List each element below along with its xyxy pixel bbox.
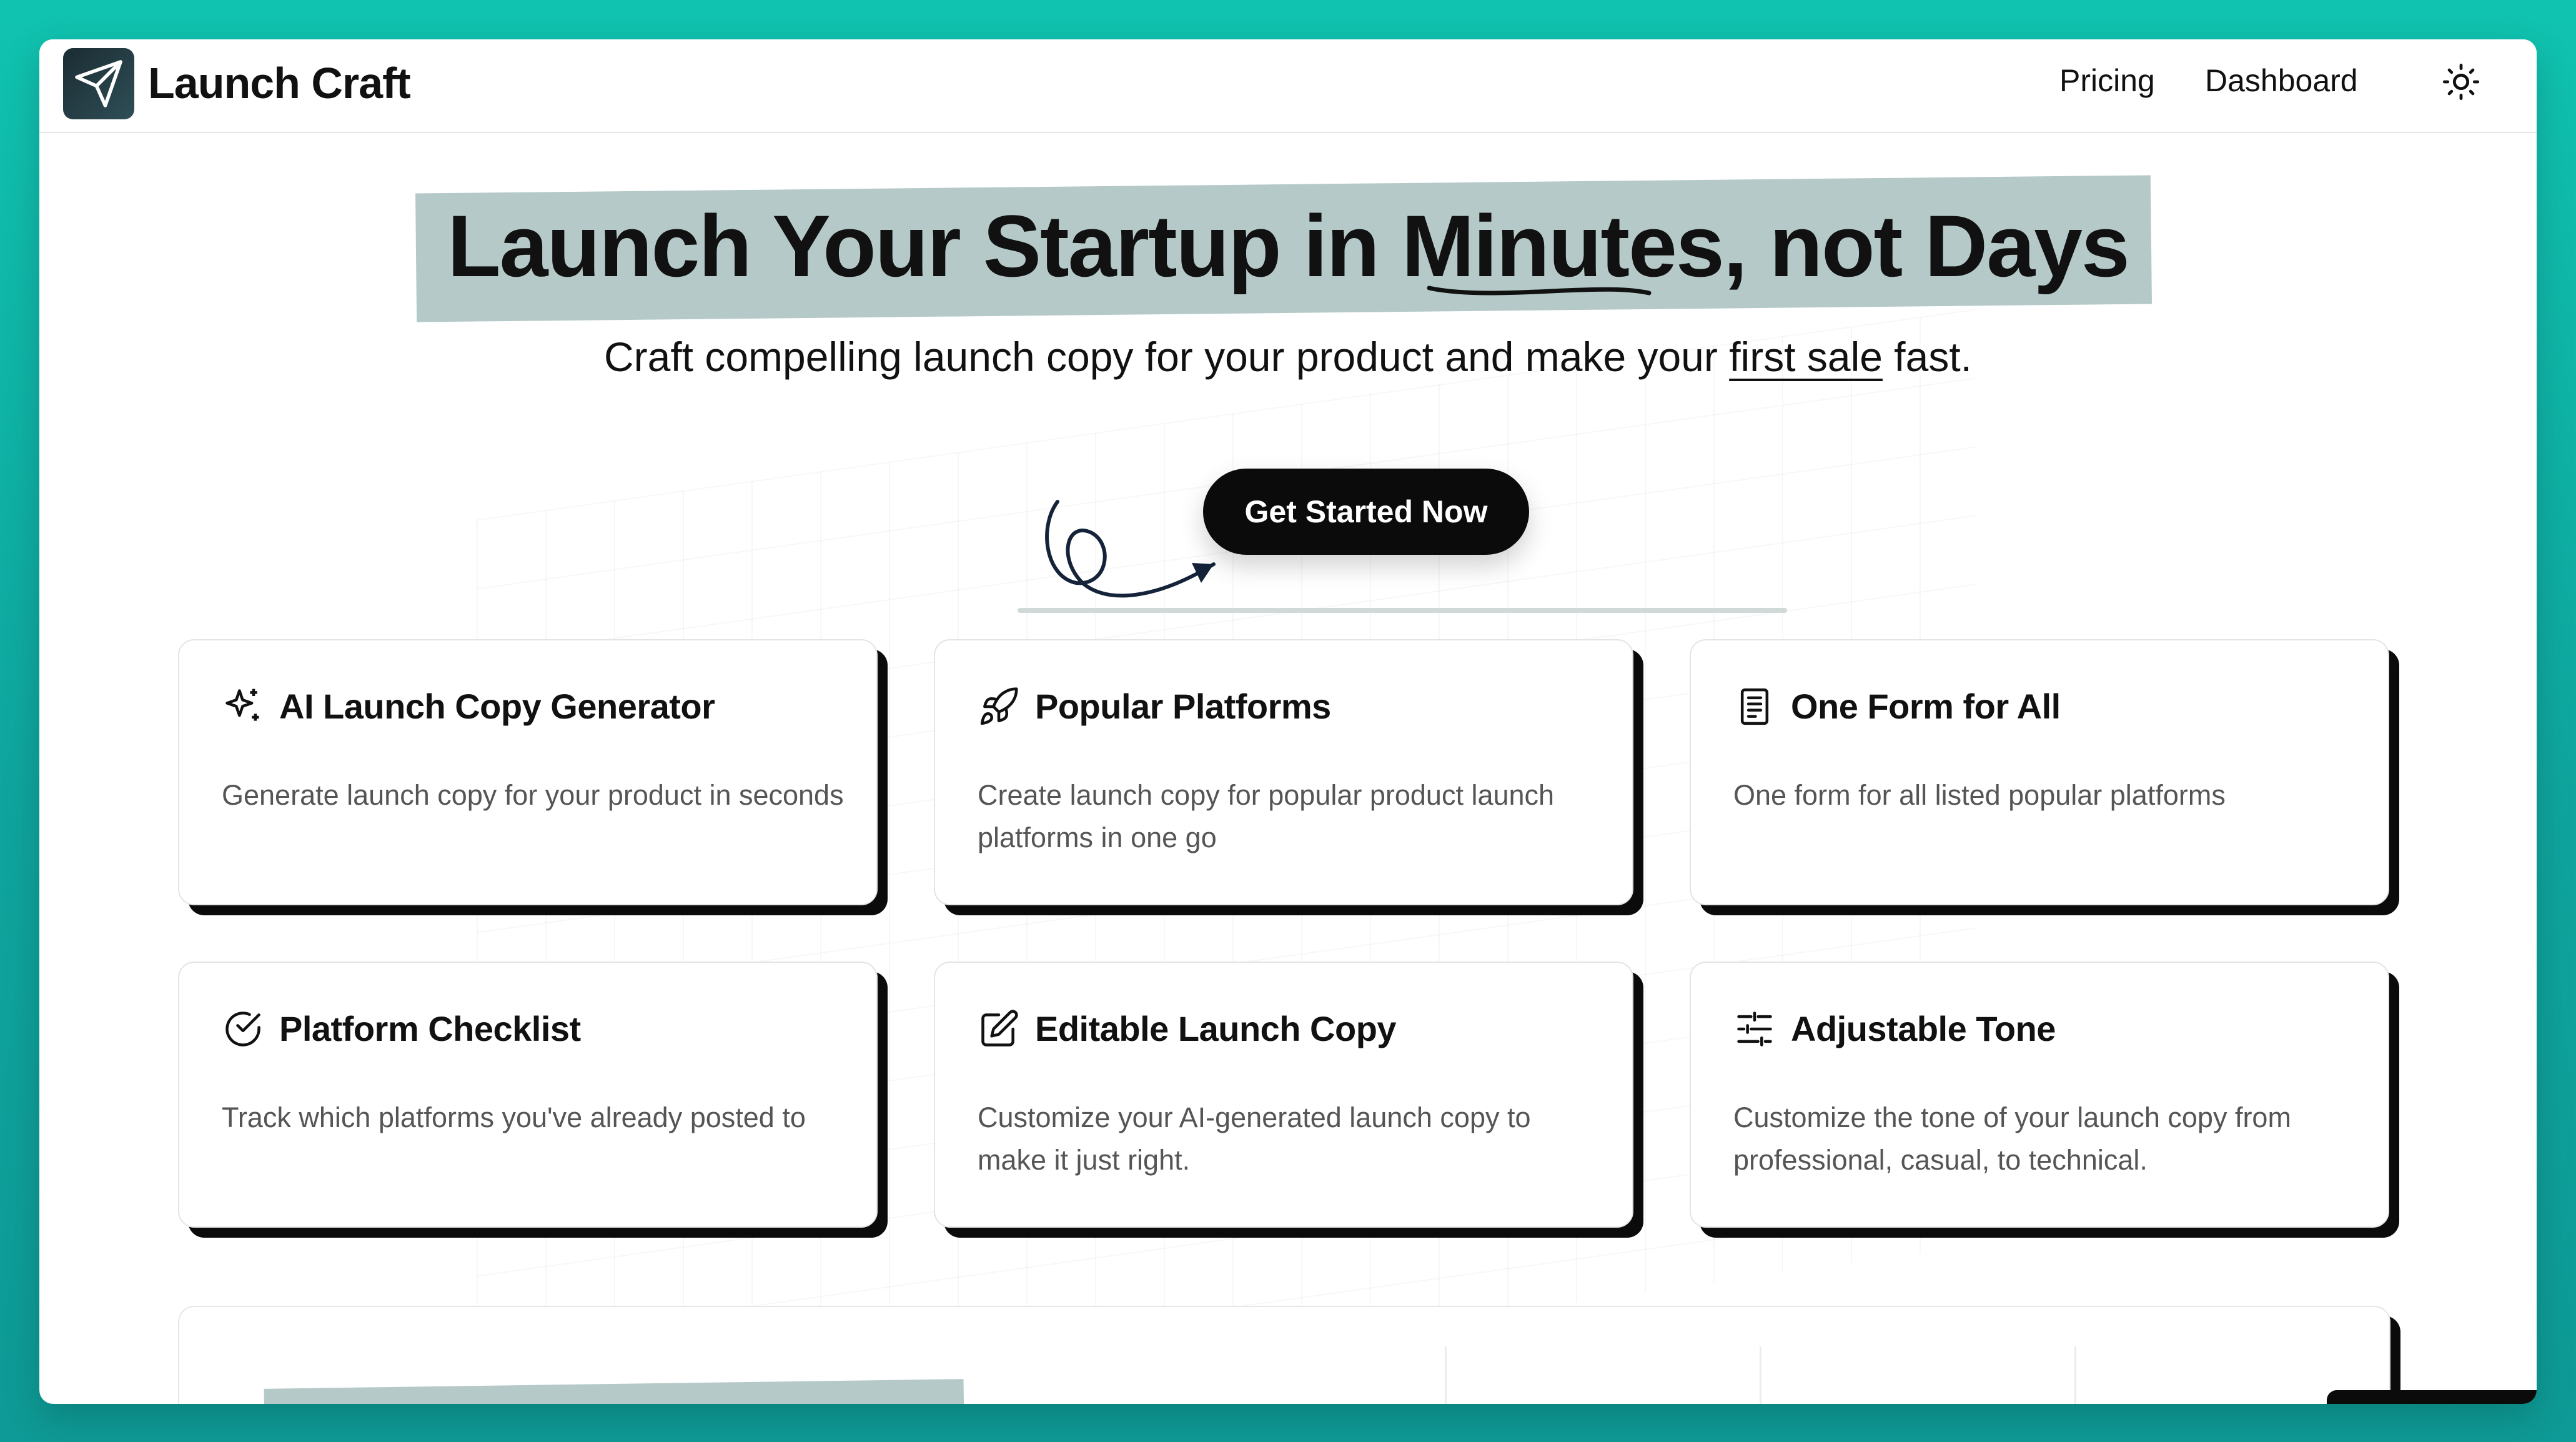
made-by-badge[interactable]: Made by Lutfifadlan: [2327, 1390, 2537, 1404]
sun-icon[interactable]: [2441, 62, 2481, 102]
feature-title: Platform Checklist: [279, 1009, 581, 1048]
sparkles-icon: [225, 689, 259, 721]
hero-title-suffix: , not Days: [1723, 197, 2130, 295]
feature-card: Adjustable Tone Customize the tone of yo…: [1690, 962, 2389, 1228]
browser-window: Launch Craft Pricing Dashboard Launch Yo…: [39, 39, 2537, 1404]
feature-title: One Form for All: [1791, 687, 2061, 726]
feature-card: AI Launch Copy Generator Generate launch…: [178, 639, 878, 905]
feature-description: One form for all listed popular platform…: [1733, 779, 2226, 811]
edit-icon: [981, 1010, 1018, 1047]
feature-card: Platform Checklist Track which platforms…: [178, 962, 878, 1228]
feature-title: Popular Platforms: [1035, 687, 1331, 726]
brand-name[interactable]: Launch Craft: [148, 57, 411, 109]
hero-title-underlined: Minutes: [1402, 193, 1725, 299]
feature-title: Editable Launch Copy: [1035, 1009, 1397, 1048]
rocket-icon: [980, 687, 1018, 725]
sliders-icon: [1737, 1012, 1772, 1047]
top-navbar: Launch Craft Pricing Dashboard: [39, 39, 2537, 133]
feature-title: AI Launch Copy Generator: [279, 687, 715, 726]
feature-title: Adjustable Tone: [1791, 1009, 2056, 1048]
feature-description: Track which platforms you've already pos…: [222, 1101, 806, 1133]
nav-dashboard-link[interactable]: Dashboard: [2205, 61, 2358, 101]
hero-title: Launch Your Startup in Minutes, not Days: [39, 193, 2537, 299]
check-circle-icon: [225, 1012, 260, 1047]
hero-divider: [1018, 608, 1787, 613]
feature-description: Customize your AI-generated launch copy …: [978, 1101, 1531, 1176]
column-divider: [1760, 1346, 1761, 1404]
feature-card: One Form for All One form for all listed…: [1690, 639, 2389, 905]
form-icon: [1740, 688, 1769, 725]
hero-title-prefix: Launch Your Startup in: [447, 197, 1402, 295]
squiggle-arrow-icon: [1045, 500, 1216, 598]
column-divider: [2074, 1346, 2076, 1404]
hero-subtitle: Craft compelling launch copy for your pr…: [39, 326, 2537, 388]
feature-description: Customize the tone of your launch copy f…: [1733, 1101, 2291, 1176]
feature-description: Generate launch copy for your product in…: [222, 779, 844, 811]
feature-card: Popular Platforms Create launch copy for…: [934, 639, 1633, 905]
nav-pricing-link[interactable]: Pricing: [2059, 61, 2155, 101]
logo-icon[interactable]: [63, 48, 134, 119]
scribble-underline: [1427, 286, 1652, 296]
hero-subtitle-prefix: Craft compelling launch copy for your pr…: [603, 334, 1730, 380]
get-started-button[interactable]: Get Started Now: [1203, 469, 1529, 555]
hero-subtitle-suffix: fast.: [1882, 334, 1973, 380]
feature-description: Create launch copy for popular product l…: [978, 779, 1555, 853]
hero-subtitle-underlined: first sale: [1729, 334, 1883, 380]
column-divider: [1445, 1346, 1447, 1404]
feature-card: Editable Launch Copy Customize your AI-g…: [934, 962, 1633, 1228]
